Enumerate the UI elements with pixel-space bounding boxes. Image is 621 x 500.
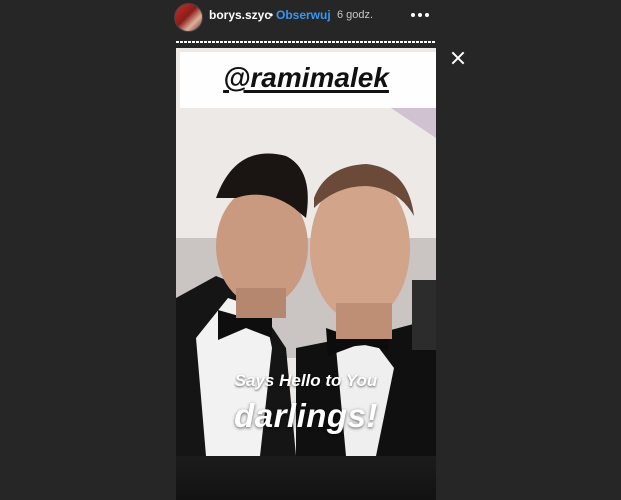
story-caption-line2: darlings! bbox=[234, 397, 378, 434]
close-icon[interactable] bbox=[449, 49, 467, 67]
follow-button[interactable]: Obserwuj bbox=[276, 8, 331, 22]
story-viewer: borys.szyc • Obserwuj 6 godz. @ramimalek… bbox=[0, 0, 621, 500]
mention-sticker[interactable]: @ramimalek bbox=[176, 62, 436, 94]
avatar[interactable] bbox=[174, 3, 203, 32]
story-progress-segments bbox=[176, 41, 436, 43]
story-footer bbox=[176, 456, 436, 500]
selfie-photo bbox=[176, 48, 436, 456]
story-caption-line1: Says Hello to You bbox=[234, 371, 378, 390]
story-media[interactable]: @ramimalek Says Hello to You darlings! bbox=[176, 48, 436, 456]
separator-dot: • bbox=[269, 8, 274, 22]
username[interactable]: borys.szyc bbox=[209, 8, 271, 22]
more-horizontal-icon[interactable] bbox=[408, 5, 432, 25]
timestamp: 6 godz. bbox=[337, 9, 374, 21]
story-header: borys.szyc • Obserwuj 6 godz. bbox=[0, 0, 621, 36]
